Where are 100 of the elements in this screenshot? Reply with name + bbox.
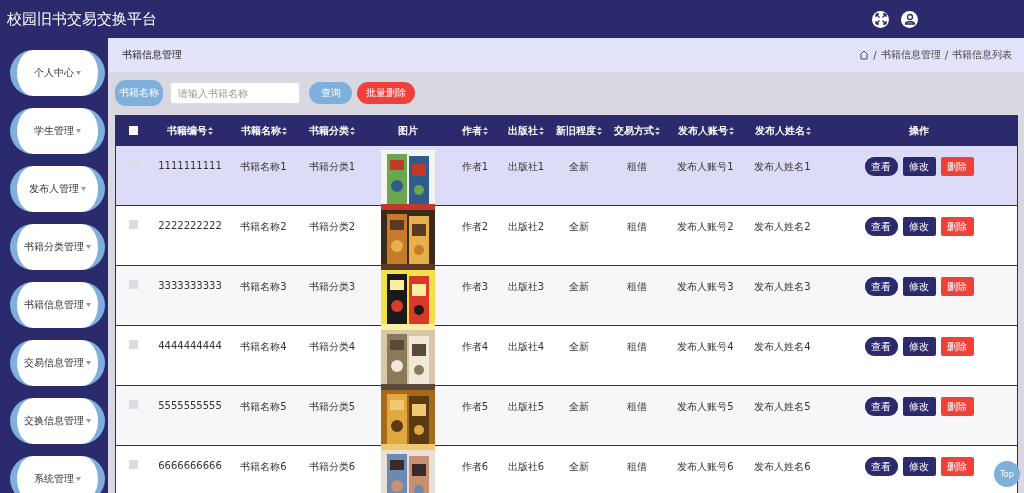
nav-item[interactable]: 书籍信息管理 bbox=[10, 282, 105, 328]
action-button[interactable]: 删除 bbox=[940, 277, 974, 296]
action-button[interactable]: 修改 bbox=[902, 457, 936, 476]
table-cell: 3333333333 bbox=[158, 280, 222, 291]
action-button[interactable]: 查看 bbox=[864, 337, 898, 356]
table-cell: 出版社6 bbox=[507, 460, 545, 474]
table-cell: 发布人账号4 bbox=[677, 340, 734, 354]
row-checkbox[interactable] bbox=[129, 340, 138, 349]
search-button[interactable]: 批量删除 bbox=[357, 82, 415, 104]
column-header[interactable]: 发布人账号 bbox=[677, 123, 728, 138]
table-cell: 4444444444 bbox=[158, 340, 222, 351]
breadcrumb-item[interactable]: 书籍信息管理 bbox=[880, 48, 941, 62]
table-cell: 全新 bbox=[569, 160, 589, 174]
action-button[interactable]: 查看 bbox=[864, 277, 898, 296]
app-title: 校园旧书交易交换平台 bbox=[7, 9, 157, 29]
column-header[interactable]: 书籍名称 bbox=[240, 123, 281, 138]
table-cell: 租借 bbox=[627, 400, 647, 414]
sort-icon[interactable] bbox=[208, 126, 213, 135]
column-header[interactable]: 作者 bbox=[462, 123, 482, 138]
breadcrumb-item[interactable]: 书籍信息列表 bbox=[952, 48, 1012, 62]
table-cell: 发布人账号3 bbox=[677, 280, 734, 294]
action-button[interactable]: 查看 bbox=[864, 217, 898, 236]
fullscreen-icon[interactable] bbox=[872, 10, 889, 28]
table-cell: 书籍名称2 bbox=[240, 220, 287, 234]
table-cell: 发布人姓名2 bbox=[754, 220, 811, 234]
column-header[interactable]: 发布人姓名 bbox=[754, 123, 805, 138]
column-header[interactable]: 交易方式 bbox=[614, 123, 654, 138]
table-cell: 作者1 bbox=[461, 160, 489, 174]
sort-icon[interactable] bbox=[728, 126, 734, 135]
row-checkbox[interactable] bbox=[129, 280, 138, 289]
column-header[interactable]: 图片 bbox=[397, 123, 418, 138]
caret-icon bbox=[86, 303, 91, 307]
table-cell: 书籍名称6 bbox=[240, 460, 287, 474]
column-header[interactable]: 书籍分类 bbox=[309, 123, 349, 138]
column-header[interactable]: 新旧程度 bbox=[556, 123, 596, 138]
action-button[interactable]: 修改 bbox=[902, 217, 936, 236]
caret-icon bbox=[81, 187, 86, 191]
caret-icon bbox=[76, 129, 81, 133]
nav-item[interactable]: 发布人管理 bbox=[10, 166, 105, 212]
sort-icon[interactable] bbox=[805, 126, 811, 135]
sort-icon[interactable] bbox=[483, 126, 488, 135]
table-cell: 书籍分类4 bbox=[308, 340, 356, 354]
table-cell: 发布人姓名3 bbox=[754, 280, 811, 294]
action-button[interactable]: 修改 bbox=[902, 337, 936, 356]
action-button[interactable]: 修改 bbox=[902, 397, 936, 416]
table-cell: 出版社5 bbox=[507, 400, 545, 414]
nav-item[interactable]: 交换信息管理 bbox=[10, 398, 105, 444]
column-header[interactable]: 操作 bbox=[909, 123, 929, 138]
table-cell: 书籍分类2 bbox=[308, 220, 356, 234]
sort-icon[interactable] bbox=[539, 126, 544, 135]
action-button[interactable]: 删除 bbox=[940, 457, 974, 476]
table-cell: 发布人姓名6 bbox=[754, 460, 811, 474]
action-button[interactable]: 修改 bbox=[902, 277, 936, 296]
page-title: 书籍信息管理 bbox=[122, 48, 182, 62]
sort-icon[interactable] bbox=[350, 126, 355, 135]
table-cell: 全新 bbox=[569, 340, 589, 354]
action-button[interactable]: 删除 bbox=[940, 217, 974, 236]
action-button[interactable]: 查看 bbox=[864, 397, 898, 416]
sort-icon[interactable] bbox=[281, 126, 287, 135]
search-field[interactable]: 请输入书籍名称 bbox=[170, 82, 300, 104]
table-cell: 全新 bbox=[569, 220, 589, 234]
action-button[interactable]: 查看 bbox=[864, 157, 898, 176]
nav-item[interactable]: 书籍分类管理 bbox=[10, 224, 105, 270]
table-cell: 作者4 bbox=[461, 340, 489, 354]
action-button[interactable]: 删除 bbox=[940, 397, 974, 416]
nav-item[interactable]: 学生管理 bbox=[10, 108, 105, 154]
action-button[interactable]: 修改 bbox=[902, 157, 936, 176]
column-header[interactable]: 出版社 bbox=[508, 123, 538, 138]
column-header[interactable]: 书籍编号 bbox=[167, 123, 207, 138]
row-checkbox[interactable] bbox=[129, 460, 138, 469]
table-cell: 出版社1 bbox=[507, 160, 545, 174]
user-icon[interactable] bbox=[901, 10, 918, 28]
sort-icon[interactable] bbox=[655, 126, 660, 135]
sort-icon[interactable] bbox=[597, 126, 602, 135]
nav-item[interactable]: 系统管理 bbox=[10, 456, 105, 493]
nav-item[interactable]: 个人中心 bbox=[10, 50, 105, 96]
table-cell: 出版社3 bbox=[507, 280, 545, 294]
home-icon[interactable] bbox=[859, 50, 870, 60]
action-button[interactable]: 删除 bbox=[940, 337, 974, 356]
table-cell: 全新 bbox=[569, 400, 589, 414]
table-cell: 发布人姓名1 bbox=[754, 160, 811, 174]
caret-icon bbox=[86, 361, 91, 365]
breadcrumb-separator: / bbox=[944, 49, 948, 61]
row-checkbox[interactable] bbox=[129, 400, 138, 409]
table-cell: 发布人账号1 bbox=[677, 160, 734, 174]
select-all-checkbox[interactable] bbox=[129, 126, 138, 135]
caret-icon bbox=[76, 477, 81, 481]
table-cell: 作者3 bbox=[461, 280, 489, 294]
search-label: 书籍名称 bbox=[115, 80, 163, 106]
table-cell: 租借 bbox=[627, 160, 647, 174]
action-button[interactable]: 查看 bbox=[864, 457, 898, 476]
table-cell: 2222222222 bbox=[158, 220, 222, 231]
action-button[interactable]: 删除 bbox=[940, 157, 974, 176]
nav-item[interactable]: 交易信息管理 bbox=[10, 340, 105, 386]
table-cell: 租借 bbox=[627, 340, 647, 354]
table-cell: 作者6 bbox=[461, 460, 489, 474]
row-checkbox[interactable] bbox=[129, 220, 138, 229]
table-cell: 5555555555 bbox=[158, 400, 222, 411]
table-cell: 租借 bbox=[627, 280, 647, 294]
table-cell: 发布人姓名4 bbox=[754, 340, 811, 354]
